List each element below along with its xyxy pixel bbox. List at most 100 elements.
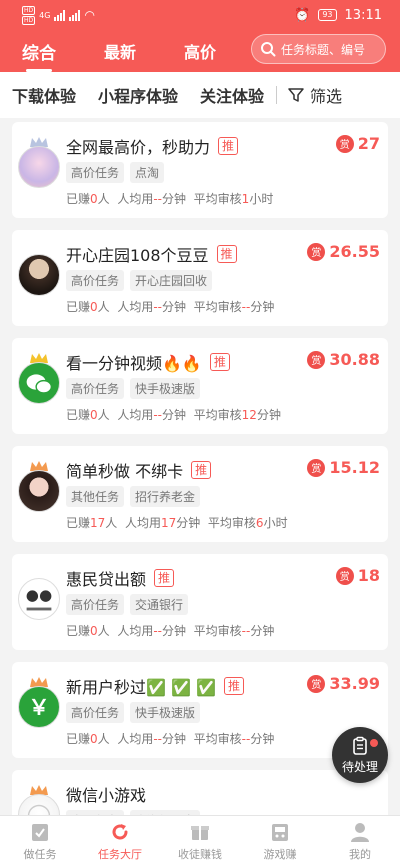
nav-invite[interactable]: 收徒赚钱	[160, 816, 240, 867]
hd-indicator: HD HD	[22, 5, 36, 25]
wifi-icon: ◠	[84, 8, 95, 22]
recommend-badge: 推	[191, 461, 212, 479]
task-tag: 高价任务	[66, 378, 125, 399]
filter-tab-miniprogram[interactable]: 小程序体验	[98, 83, 178, 107]
task-card[interactable]: 惠民贷出额推 赏 18 高价任务 交通银行已赚0人 人均用--分钟 平均审核--分钟	[12, 554, 388, 650]
reward-amount: 33.99	[329, 674, 380, 693]
earned-count: 0	[90, 300, 98, 314]
nav-do-task[interactable]: 做任务	[0, 816, 80, 867]
review-time: 12分钟	[241, 408, 281, 422]
nav-mine[interactable]: 我的	[320, 816, 400, 867]
task-avatar	[18, 244, 62, 296]
task-tags: 高价任务 交通银行	[66, 594, 189, 615]
reward-amount: 26.55	[329, 242, 380, 261]
title-row: 看一分钟视频🔥🔥 推	[66, 350, 230, 374]
task-avatar	[18, 352, 62, 404]
nav-label: 任务大厅	[98, 848, 142, 861]
reward: 赏 30.88	[307, 350, 380, 369]
tab-latest[interactable]: 最新	[104, 39, 136, 63]
title-row: 全网最高价，秒助力推	[66, 134, 239, 158]
task-avatar	[18, 136, 62, 188]
filter-tab-download[interactable]: 下载体验	[12, 83, 76, 107]
title-row: 微信小游戏	[66, 782, 146, 806]
earned-count: 0	[90, 624, 98, 638]
task-avatar: ￥	[18, 676, 62, 728]
status-bar: HD HD 4G ◠ ⏰ 93 13:11	[0, 0, 400, 30]
title-row: 开心庄园108个豆豆推	[66, 242, 237, 266]
clock: 13:11	[344, 7, 382, 23]
task-stats: 已赚0人 人均用--分钟 平均审核--分钟	[66, 300, 275, 314]
pending-label: 待处理	[341, 759, 378, 774]
task-list[interactable]: 全网最高价，秒助力推赏 27 高价任务 点淘 已赚0人 人均用--分钟 平均审核1小时开…	[0, 118, 400, 815]
task-tags: 高价任务 开心庄园回收	[66, 270, 213, 291]
signal-2-icon	[69, 9, 81, 21]
task-tag: 高价任务	[66, 270, 125, 291]
task-card[interactable]: ￥ 新用户秒过✅ ✅ ✅ 推 赏 33.99 高价任务 快手极速版 已赚0人 人均用--分钟 …	[12, 662, 388, 758]
task-tag: 交通银行	[130, 594, 189, 615]
avatar	[18, 362, 60, 404]
reward-icon: 赏	[307, 242, 326, 261]
task-tag: 高价任务	[66, 702, 125, 723]
task-stats: 已赚17人 人均用17分钟 平均审核6小时	[66, 516, 288, 530]
task-title: 新用户秒过✅ ✅ ✅	[66, 678, 216, 697]
task-title: 全网最高价，秒助力	[66, 138, 211, 157]
avg-time: --分钟	[153, 624, 187, 638]
status-left: HD HD 4G ◠	[22, 5, 95, 25]
reward: 赏 26.55	[307, 242, 380, 261]
tab-comprehensive[interactable]: 综合	[22, 39, 56, 72]
reward: 赏 18	[335, 566, 380, 585]
task-card[interactable]: 开心庄园108个豆豆推 赏 26.55 高价任务 开心庄园回收已赚0人 人均用--分钟 …	[12, 230, 388, 326]
task-tag: 开心庄园回收	[130, 270, 213, 291]
search-input[interactable]: 任务标题、编号	[251, 34, 386, 64]
task-stats: 已赚0人 人均用--分钟 平均审核12分钟	[66, 408, 281, 422]
task-title: 简单秒做 不绑卡	[66, 462, 184, 481]
task-title: 惠民贷出额	[66, 570, 147, 589]
nav-label: 我的	[349, 848, 371, 861]
nav-label: 游戏赚	[263, 848, 297, 861]
reward-icon: 赏	[307, 350, 326, 369]
refresh-icon	[112, 824, 128, 840]
pending-button[interactable]: 待处理	[332, 727, 388, 783]
reward: 赏 15.12	[307, 458, 380, 477]
review-time: --分钟	[241, 300, 275, 314]
task-tag: 快手极速版	[130, 378, 201, 399]
recommend-badge: 推	[223, 677, 244, 695]
recommend-badge: 推	[216, 245, 237, 263]
reward-icon: 赏	[335, 134, 354, 153]
task-tags: 高价任务 快手极速版	[66, 702, 201, 723]
filter-label: 筛选	[310, 87, 343, 106]
signal-icon	[54, 9, 66, 21]
avg-time: --分钟	[153, 192, 187, 206]
nav-label: 做任务	[23, 848, 57, 861]
nav-game[interactable]: 游戏赚	[240, 816, 320, 867]
title-row: 简单秒做 不绑卡推	[66, 458, 212, 482]
recommend-badge: 推	[154, 569, 175, 587]
task-tag: 高价任务	[66, 594, 125, 615]
avg-time: --分钟	[153, 300, 187, 314]
task-avatar	[18, 784, 62, 815]
reward-amount: 15.12	[329, 458, 380, 477]
task-title: 开心庄园108个豆豆	[66, 246, 209, 265]
status-right: ⏰ 93 13:11	[294, 8, 382, 23]
reward: 赏 27	[335, 134, 380, 153]
task-card[interactable]: 微信小游戏高价任务山海经异变	[12, 770, 388, 815]
task-title: 微信小游戏	[66, 786, 147, 805]
task-tags: 其他任务 招行养老金	[66, 486, 201, 507]
task-stats: 已赚0人 人均用--分钟 平均审核--分钟	[66, 624, 275, 638]
task-tags: 高价任务 点淘	[66, 162, 165, 183]
task-tag: 招行养老金	[130, 486, 201, 507]
filter-button[interactable]: 筛选	[287, 83, 342, 107]
task-card[interactable]: 简单秒做 不绑卡推 赏 15.12 其他任务 招行养老金已赚17人 人均用17分钟 平均…	[12, 446, 388, 542]
filter-tab-follow[interactable]: 关注体验	[200, 83, 264, 107]
task-title: 看一分钟视频🔥🔥	[66, 354, 202, 373]
tab-high-price[interactable]: 高价	[184, 39, 216, 63]
task-card[interactable]: 看一分钟视频🔥🔥 推 赏 30.88 高价任务 快手极速版已赚0人 人均用--分钟 平均审…	[12, 338, 388, 434]
avg-time: --分钟	[153, 408, 187, 422]
review-time: 1小时	[241, 192, 274, 206]
network-label: 4G	[39, 10, 51, 20]
avatar	[18, 254, 60, 296]
nav-task-hall[interactable]: 任务大厅	[80, 816, 160, 867]
title-row: 新用户秒过✅ ✅ ✅ 推	[66, 674, 244, 698]
task-card[interactable]: 全网最高价，秒助力推 赏 27 高价任务 点淘 已赚0人 人均用--分钟 平均审核1小时	[12, 122, 388, 218]
earned-count: 0	[90, 192, 98, 206]
